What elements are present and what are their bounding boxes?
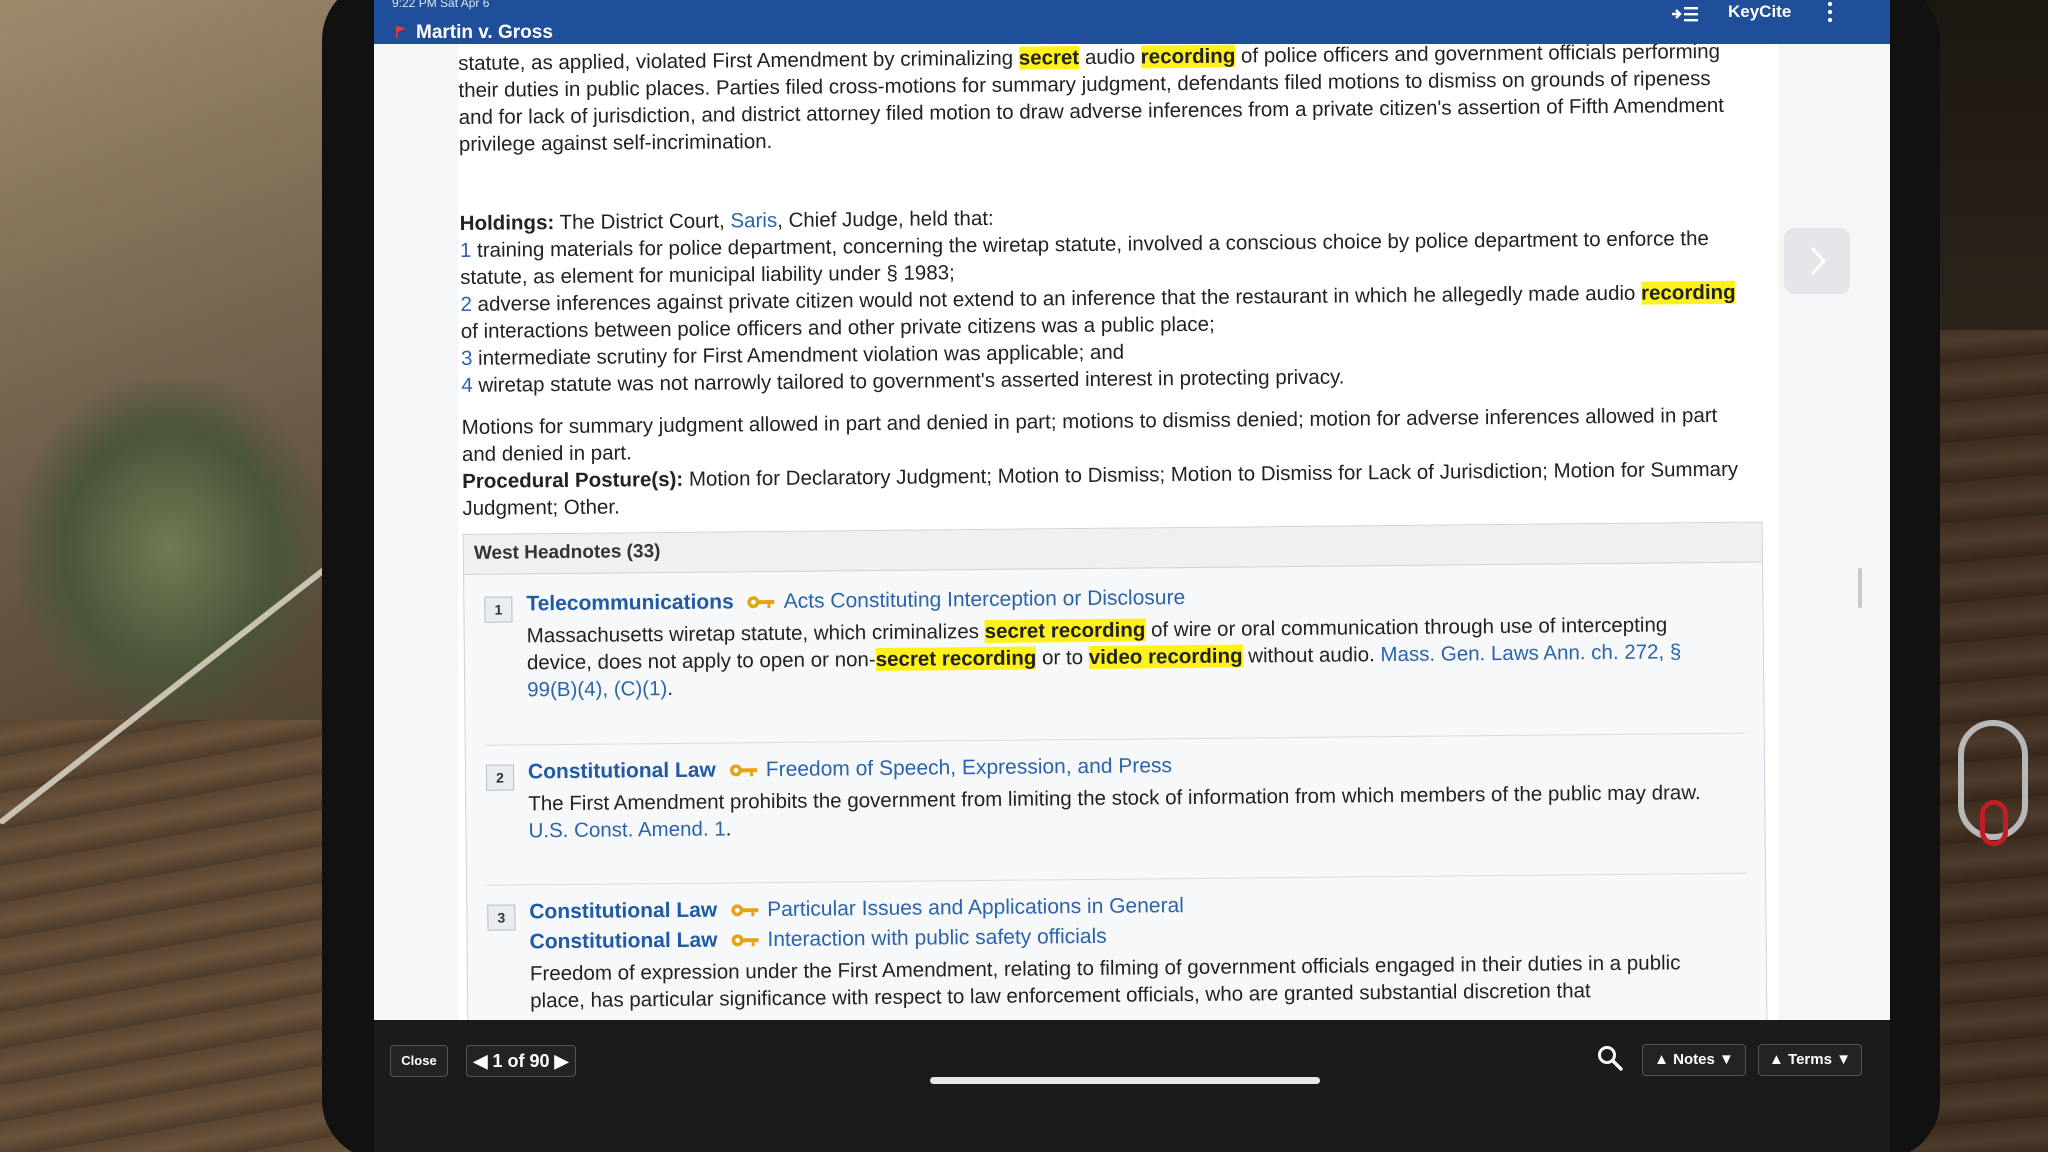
topic-link[interactable]: Constitutional Law [528,759,716,784]
holdings-label: Holdings: [459,211,555,235]
headnote-topic-row: Constitutional Law Interaction with publi… [530,925,1107,955]
citation-link[interactable]: U.S. Const. Amend. 1 [528,817,725,842]
caret-down-icon: ▼ [1836,1051,1851,1068]
topic-link[interactable]: Constitutional Law [529,899,717,924]
text: of police officers and government offici… [1235,44,1617,68]
search-highlight: recording [1640,280,1736,305]
notes-button[interactable]: ▲ Notes ▼ [1642,1044,1746,1076]
headnote-number[interactable]: 2 [485,764,515,791]
search-icon[interactable] [1596,1044,1624,1072]
key-number-icon [731,934,759,947]
next-page-button[interactable] [1784,228,1850,294]
status-time: 9:22 PM Sat Apr 6 [392,0,490,10]
scrollbar-thumb[interactable] [1858,568,1862,608]
holding-number-link[interactable]: 4 [461,374,473,397]
search-highlight: recording [941,646,1037,671]
terms-button[interactable]: ▲ Terms ▼ [1758,1044,1862,1076]
search-highlight: secret [1018,46,1080,70]
headnote: 2 Constitutional Law Freedom of Speech, E… [485,749,1746,842]
text: . [725,817,732,841]
next-arrow-icon[interactable]: ▶ [555,1051,569,1071]
holding-number-link[interactable]: 1 [460,239,472,262]
topic-link[interactable]: Telecommunications [526,590,734,615]
subtopic-link[interactable]: Freedom of Speech, Expression, and Press [766,754,1172,781]
red-flag-icon [396,26,406,38]
text: Freedom of expression under the First Am… [529,951,1681,1013]
caret-up-icon: ▲ [1769,1051,1784,1068]
toc-list-icon[interactable] [1670,4,1700,24]
key-number-icon [729,764,757,777]
search-highlight: secret [875,647,937,672]
home-indicator[interactable] [930,1077,1320,1084]
posture-label: Procedural Posture(s): [462,467,684,493]
text: The District Court, [554,209,731,235]
holding-number-link[interactable]: 3 [461,347,473,370]
caret-down-icon: ▼ [1719,1051,1734,1068]
headnotes-title[interactable]: West Headnotes (33) [463,522,1763,575]
bottom-toolbar: Close ◀ 1 of 90 ▶ ▲ Notes ▼ ▲ Terms ▼ [374,1020,1890,1110]
text: audio [1079,45,1141,70]
more-options-icon[interactable] [1824,0,1836,24]
headnote-topic-row: Constitutional Law Particular Issues and … [529,894,1184,924]
search-highlight: recording [1147,644,1243,669]
subtopic-link[interactable]: Acts Constituting Interception or Disclo… [784,586,1186,613]
topic-link[interactable]: Constitutional Law [530,929,718,954]
text: wiretap statute was not narrowly tailore… [472,365,1345,397]
caret-up-icon: ▲ [1654,1051,1669,1068]
pager-label: 1 of 90 [492,1051,550,1071]
key-number-icon [731,904,759,917]
text: training materials for police department… [460,227,1709,289]
text: . [667,676,674,701]
red-carabiner [1980,800,2008,846]
search-highlight: video [1088,645,1143,669]
text: Massachusetts wiretap statute, which cri… [526,619,985,648]
west-headnotes-panel: West Headnotes (33) 1 Telecommunications… [462,521,1768,1020]
text: without audio. [1242,643,1381,668]
headnote: 3 Constitutional Law Particular Issues an… [487,889,1747,1012]
judge-link[interactable]: Saris [730,209,777,232]
search-highlight: secret [984,619,1046,643]
text: intermediate scrutiny for First Amendmen… [472,340,1125,370]
tablet-screen: 9:22 PM Sat Apr 6 Martin v. Gross KeyCit… [374,0,1890,1152]
result-pager[interactable]: ◀ 1 of 90 ▶ [466,1045,576,1077]
document-title: Martin v. Gross [416,22,553,43]
chevron-right-icon [1810,246,1827,276]
wooden-table-left [0,720,360,1152]
headnote-number[interactable]: 3 [487,904,516,931]
previous-arrow-icon[interactable]: ◀ [474,1051,488,1071]
holding-number-link[interactable]: 2 [460,293,472,316]
terms-label: Terms [1788,1051,1832,1068]
headnote-topic-row: Telecommunications Acts Constituting Inte… [526,586,1185,616]
headnote-divider [485,732,1746,746]
background-plant [20,380,320,720]
close-button[interactable]: Close [390,1045,448,1077]
text: The First Amendment prohibits the govern… [528,781,1701,816]
keycite-button[interactable]: KeyCite [1728,2,1791,22]
subtopic-link[interactable]: Interaction with public safety officials [767,925,1106,951]
headnote-number[interactable]: 1 [484,596,513,623]
document-page: statute, as applied, violated First Amen… [458,44,1778,1020]
text: statute, as applied, violated First Amen… [458,46,1019,75]
holdings-section: Holdings: The District Court, Saris, Chi… [460,198,1752,399]
key-number-icon [747,596,775,609]
headnote: 1 Telecommunications Acts Constituting In… [484,581,1744,701]
notes-label: Notes [1673,1051,1715,1068]
headnote-body: Freedom of expression under the First Am… [530,949,1730,1015]
disposition-section: Motions for summary judgment allowed in … [462,402,1753,522]
app-header: 9:22 PM Sat Apr 6 Martin v. Gross KeyCit… [374,0,1890,44]
synopsis-paragraph: statute, as applied, violated First Amen… [458,44,1749,158]
headnote-divider [487,872,1748,886]
text: or to [1036,645,1089,670]
text: , Chief Judge, held that: [777,206,994,232]
document-view: statute, as applied, violated First Amen… [374,44,1890,1020]
headnote-topic-row: Constitutional Law Freedom of Speech, Exp… [528,754,1172,784]
search-highlight: recording [1050,618,1146,643]
headnote-body: Massachusetts wiretap statute, which cri… [527,611,1728,704]
headnote-body: The First Amendment prohibits the govern… [528,779,1728,845]
subtopic-link[interactable]: Particular Issues and Applications in Ge… [767,894,1184,921]
search-highlight: recording [1140,44,1236,69]
